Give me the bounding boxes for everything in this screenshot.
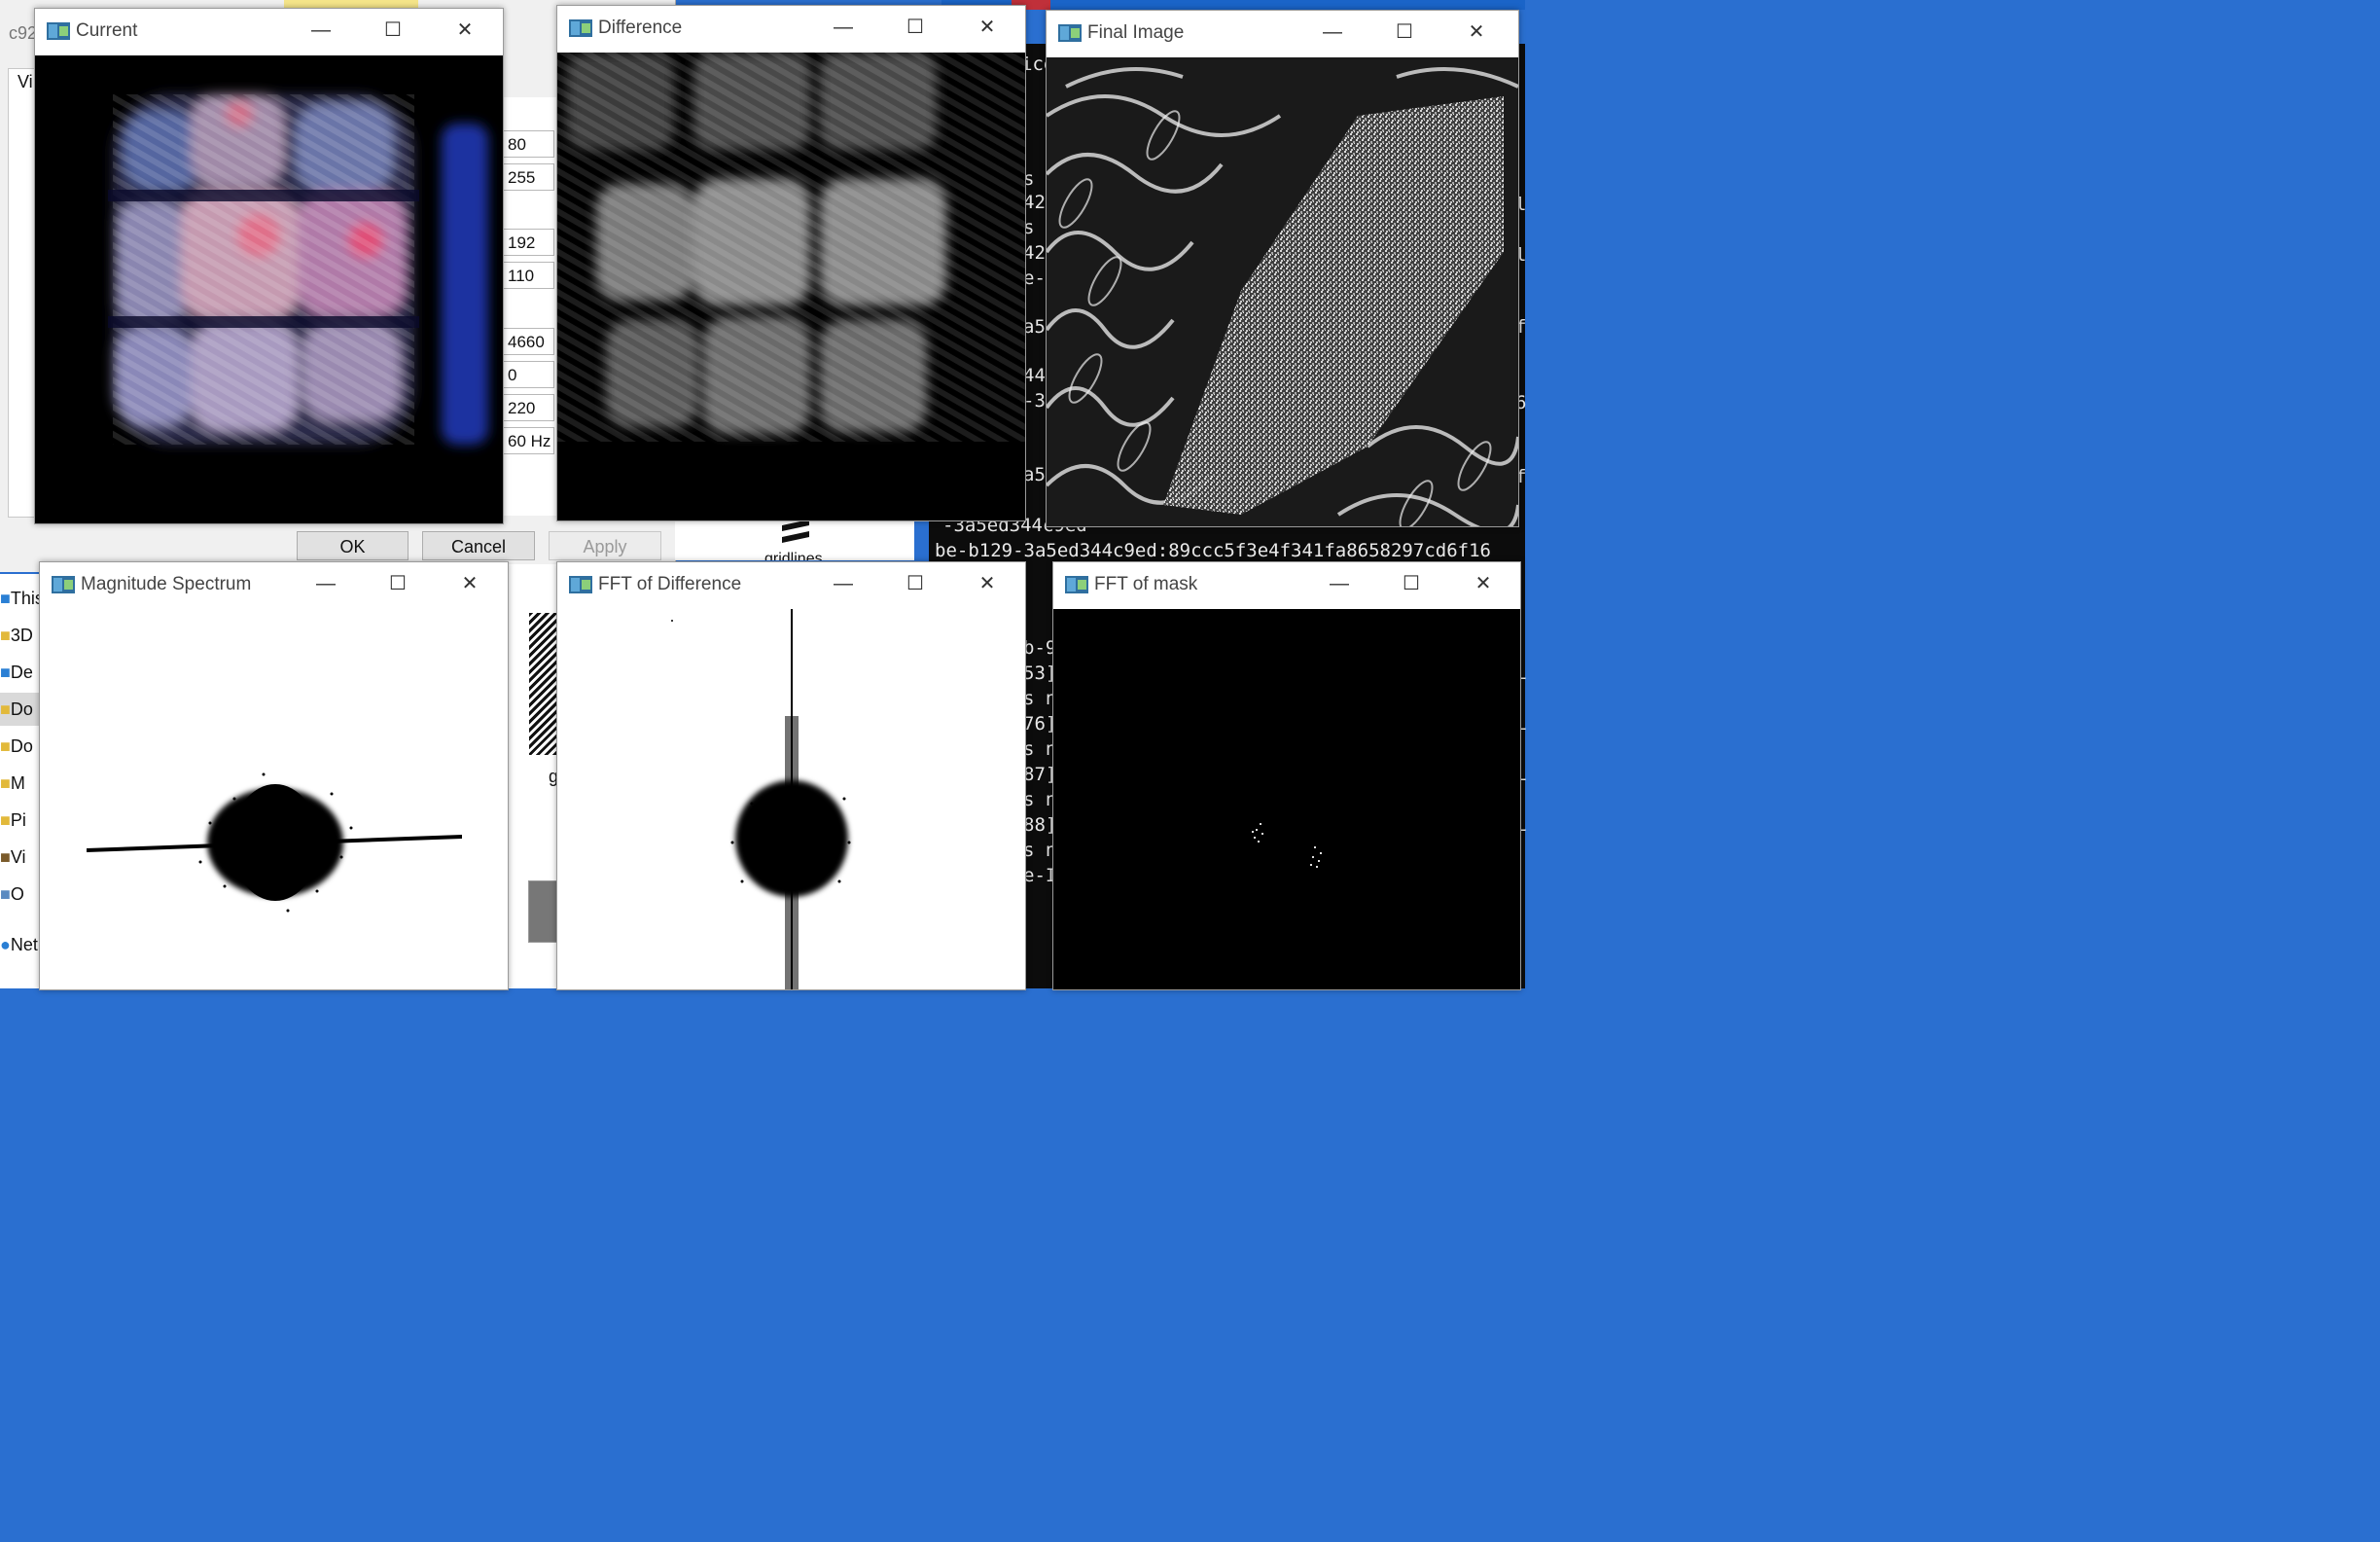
magnitude-spectrum-image [40, 609, 508, 989]
fft-difference-image [557, 609, 1025, 989]
minimize-icon[interactable]: — [1319, 18, 1346, 46]
explorer-nav-pane: ■This ■3D ■De ■Do ■Do ■M ■Pi ■Vi ■O ●Net [0, 574, 39, 988]
maximize-icon[interactable]: ☐ [384, 570, 411, 597]
close-icon[interactable]: ✕ [974, 14, 1001, 41]
tree-item-desktop[interactable]: ■De [0, 656, 39, 689]
final-image [1047, 57, 1518, 526]
current-window[interactable]: Current — ☐ ✕ [34, 8, 504, 524]
title-bar[interactable]: Difference — ☐ ✕ [557, 6, 1025, 53]
cancel-button[interactable]: Cancel [422, 531, 535, 560]
tree-item-3d-objects[interactable]: ■3D [0, 619, 39, 652]
difference-image [557, 53, 1025, 520]
folder-icon: ■ [0, 663, 11, 682]
window-title: Final Image [1087, 22, 1185, 43]
window-title: Magnitude Spectrum [81, 574, 252, 594]
value-field[interactable]: 60 Hz [502, 427, 554, 454]
folder-icon: ■ [0, 699, 11, 719]
magnitude-spectrum-window[interactable]: Magnitude Spectrum — ☐ ✕ [39, 561, 509, 990]
difference-window[interactable]: Difference — ☐ ✕ [556, 5, 1026, 521]
app-icon [47, 22, 70, 40]
tree-item-videos[interactable]: ■Vi [0, 841, 39, 874]
final-image-window[interactable]: Final Image — ☐ ✕ [1046, 10, 1519, 527]
maximize-icon[interactable]: ☐ [1398, 570, 1425, 597]
value-field[interactable]: 255 [502, 163, 554, 191]
folder-icon: ■ [0, 626, 11, 645]
value-field[interactable]: 80 [502, 130, 554, 158]
maximize-icon[interactable]: ☐ [1391, 18, 1418, 46]
title-bar[interactable]: Final Image — ☐ ✕ [1047, 11, 1518, 57]
final-image-svg [1047, 57, 1518, 526]
tree-item-os-drive[interactable]: ■O [0, 878, 39, 911]
apply-button[interactable]: Apply [549, 531, 661, 560]
tree-item-downloads[interactable]: ■Do [0, 730, 39, 763]
current-image-svg [35, 55, 503, 523]
minimize-icon[interactable]: — [1326, 570, 1353, 597]
terminal-line-guid-long: be-b129-3a5ed344c9ed:89ccc5f3e4f341fa865… [935, 540, 1491, 561]
minimize-icon[interactable]: — [830, 570, 857, 597]
tree-item-network[interactable]: ●Net [0, 928, 39, 961]
tree-item-music[interactable]: ■M [0, 767, 39, 800]
title-bar[interactable]: Current — ☐ ✕ [35, 9, 503, 55]
window-title: Current [76, 20, 138, 41]
videos-folder-icon: ■ [0, 847, 11, 867]
title-bar[interactable]: FFT of mask — ☐ ✕ [1053, 562, 1520, 609]
dialog-title-fragment: c92 [9, 23, 38, 43]
network-icon: ● [0, 935, 11, 954]
value-field[interactable]: 220 [502, 394, 554, 421]
fft-mask-window[interactable]: FFT of mask — ☐ ✕ [1052, 561, 1521, 990]
pc-icon: ■ [0, 589, 11, 608]
music-folder-icon: ■ [0, 773, 11, 793]
gridlines-thumbnail-svg [782, 518, 809, 547]
app-icon [1065, 576, 1088, 593]
window-title: FFT of Difference [598, 574, 742, 594]
pictures-folder-icon: ■ [0, 810, 11, 830]
value-field[interactable]: 4660 [502, 328, 554, 355]
window-title: FFT of mask [1094, 574, 1198, 594]
maximize-icon[interactable]: ☐ [902, 14, 929, 41]
fft-mask-svg [1053, 609, 1520, 989]
tree-item-pictures[interactable]: ■Pi [0, 804, 39, 837]
ok-button[interactable]: OK [297, 531, 409, 560]
download-folder-icon: ■ [0, 736, 11, 756]
minimize-icon[interactable]: — [830, 14, 857, 41]
app-icon [569, 576, 592, 593]
difference-image-svg [557, 53, 1025, 520]
app-icon [52, 576, 75, 593]
tree-item-this-pc[interactable]: ■This [0, 582, 39, 615]
current-image [35, 55, 503, 523]
magnitude-spectrum-svg [40, 609, 508, 989]
fft-difference-svg [557, 609, 1025, 989]
gridlines-thumbnail [778, 518, 811, 547]
close-icon[interactable]: ✕ [451, 17, 479, 44]
fft-mask-image [1053, 609, 1520, 989]
app-icon [569, 19, 592, 37]
maximize-icon[interactable]: ☐ [379, 17, 407, 44]
drive-icon: ■ [0, 884, 11, 904]
close-icon[interactable]: ✕ [974, 570, 1001, 597]
title-bar[interactable]: FFT of Difference — ☐ ✕ [557, 562, 1025, 609]
dialog-tab-fragment[interactable]: Vi [18, 72, 33, 92]
stripe-thumbnail [529, 613, 556, 755]
value-field[interactable]: 0 [502, 361, 554, 388]
close-icon[interactable]: ✕ [456, 570, 483, 597]
image-thumbnail [528, 880, 558, 943]
title-bar[interactable]: Magnitude Spectrum — ☐ ✕ [40, 562, 508, 609]
window-title: Difference [598, 18, 683, 38]
gridlines-label: gridlines [764, 551, 823, 560]
maximize-icon[interactable]: ☐ [902, 570, 929, 597]
minimize-icon[interactable]: — [312, 570, 339, 597]
app-icon [1058, 24, 1082, 42]
tree-item-documents[interactable]: ■Do [0, 693, 39, 726]
fft-difference-window[interactable]: FFT of Difference — ☐ ✕ [556, 561, 1026, 990]
close-icon[interactable]: ✕ [1470, 570, 1497, 597]
value-field[interactable]: 110 [502, 262, 554, 289]
minimize-icon[interactable]: — [307, 17, 335, 44]
close-icon[interactable]: ✕ [1463, 18, 1490, 46]
value-field[interactable]: 192 [502, 229, 554, 256]
